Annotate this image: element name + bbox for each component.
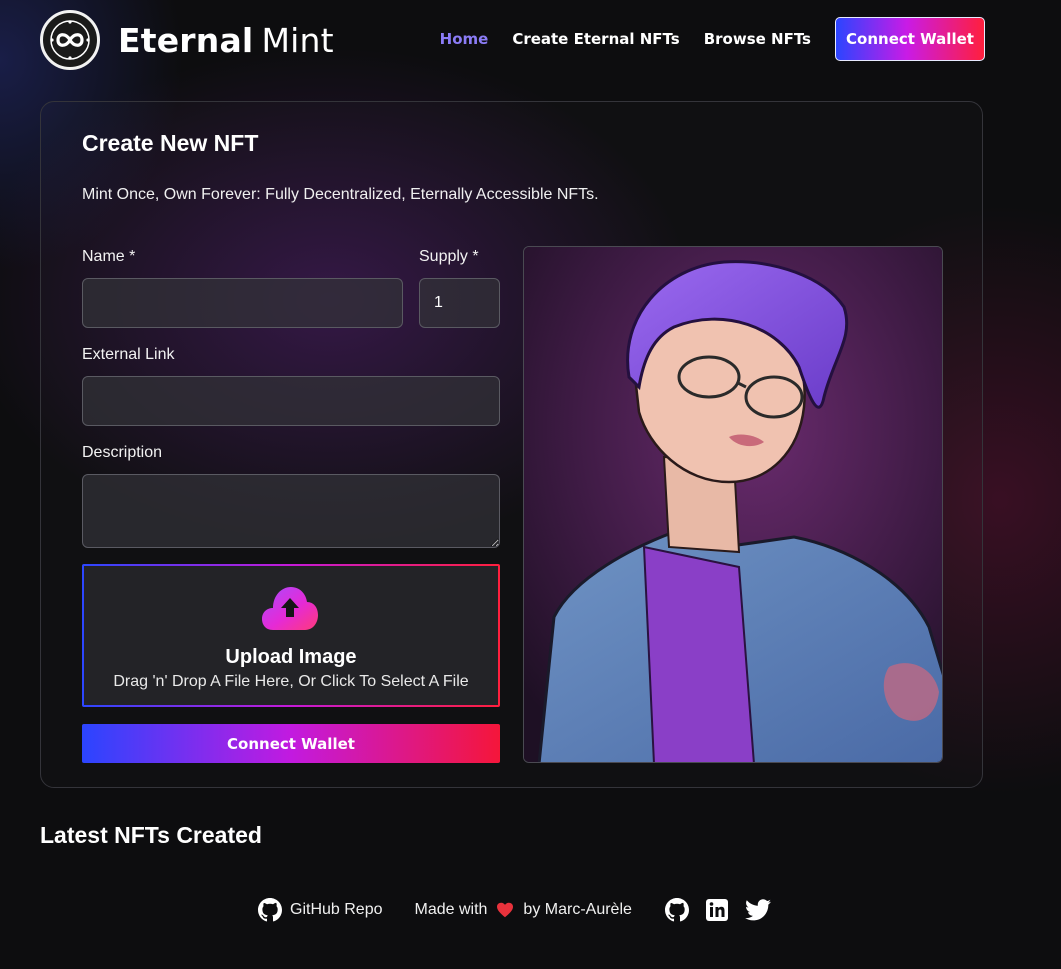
brand-name-bold: Eternal (118, 20, 254, 60)
description-textarea[interactable] (82, 474, 500, 548)
create-nft-card: Create New NFT Mint Once, Own Forever: F… (40, 101, 983, 788)
github-repo-link[interactable]: GitHub Repo (258, 898, 383, 922)
name-label: Name * (82, 248, 136, 265)
supply-label: Supply * (419, 248, 479, 265)
nav-browse-link[interactable]: Browse NFTs (704, 30, 811, 48)
description-label: Description (82, 444, 163, 461)
github-icon[interactable] (664, 898, 689, 922)
external-link-label: External Link (82, 346, 175, 363)
cloud-upload-icon (261, 584, 319, 637)
nft-preview-image (523, 246, 943, 763)
heart-icon (496, 902, 514, 918)
made-with-prefix: Made with (414, 901, 488, 918)
nav-create-link[interactable]: Create Eternal NFTs (512, 30, 679, 48)
card-subtitle: Mint Once, Own Forever: Fully Decentrali… (82, 186, 599, 203)
brand-logo[interactable]: Eternal Mint (40, 10, 334, 70)
footer: GitHub Repo Made with by Marc-Aurèle (258, 898, 787, 922)
twitter-icon[interactable] (744, 899, 771, 921)
supply-input[interactable] (419, 278, 500, 328)
external-link-input[interactable] (82, 376, 500, 426)
upload-title: Upload Image (225, 646, 357, 668)
made-with-suffix: by Marc-Aurèle (523, 901, 632, 918)
upload-hint: Drag 'n' Drop A File Here, Or Click To S… (113, 673, 469, 690)
main-nav: Home Create Eternal NFTs Browse NFTs Con… (440, 17, 985, 61)
form-connect-wallet-button[interactable]: Connect Wallet (82, 724, 500, 763)
brand-name: Eternal Mint (118, 21, 334, 60)
image-upload-dropzone[interactable]: Upload Image Drag 'n' Drop A File Here, … (82, 564, 500, 707)
card-title: Create New NFT (82, 130, 259, 156)
made-with-credit: Made with by Marc-Aurèle (415, 901, 632, 919)
linkedin-icon[interactable] (705, 898, 729, 922)
name-input[interactable] (82, 278, 403, 328)
github-repo-label: GitHub Repo (290, 901, 383, 918)
github-icon (258, 898, 290, 922)
nav-home-link[interactable]: Home (440, 30, 489, 48)
latest-nfts-heading: Latest NFTs Created (40, 822, 262, 848)
header-connect-wallet-button[interactable]: Connect Wallet (835, 17, 985, 61)
infinity-logo-icon (40, 10, 100, 70)
social-links (664, 898, 787, 922)
brand-name-light: Mint (261, 20, 334, 60)
